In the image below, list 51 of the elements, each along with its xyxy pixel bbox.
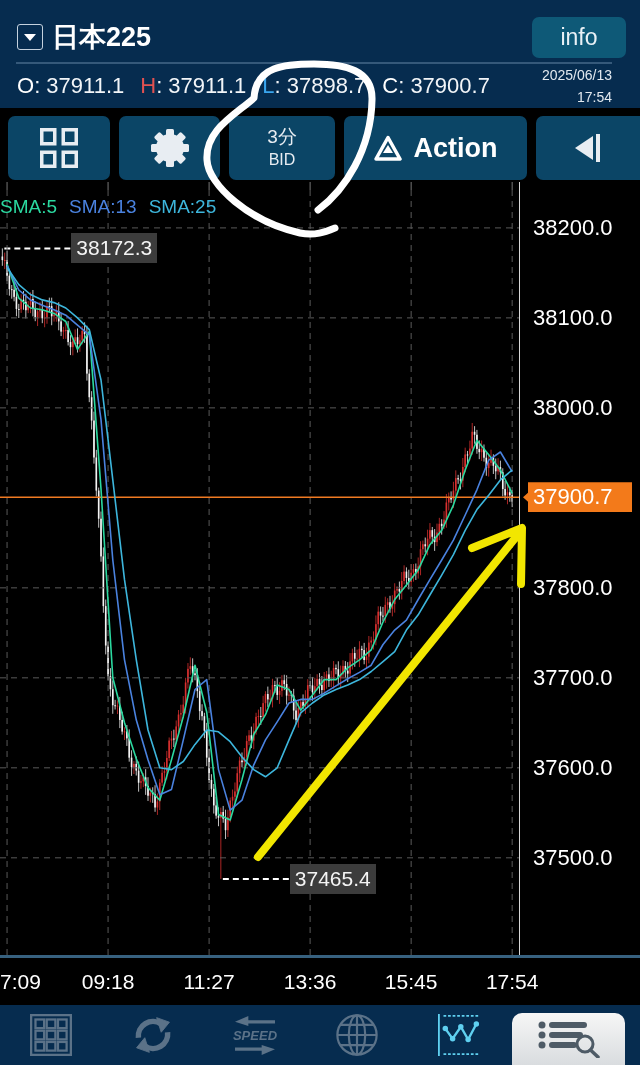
current-price-tag: 37900.7 (523, 482, 632, 513)
collapse-button[interactable] (536, 116, 640, 180)
price-label: C (382, 72, 399, 98)
price-axis-label: 38200.0 (533, 213, 613, 242)
grid-icon (40, 128, 78, 168)
price-axis-label: 37800.0 (533, 573, 613, 602)
time-axis-label: 09:18 (81, 969, 135, 995)
menu-tab[interactable] (512, 1013, 625, 1065)
price-axis-label: 37500.0 (533, 843, 613, 872)
triangle-icon (373, 135, 402, 161)
action-button[interactable]: Action (344, 116, 527, 180)
date-text: 2025/06/13 (541, 65, 612, 85)
time-axis-label: 11:27 (183, 969, 235, 995)
settings-button[interactable] (119, 116, 220, 180)
time-axis-label: 17:54 (485, 969, 539, 995)
info-button[interactable]: info (532, 16, 626, 58)
price-label: O (17, 72, 35, 98)
globe-icon (336, 1014, 378, 1056)
price-label: H (140, 72, 157, 98)
time-axis-label: 7:09 (0, 969, 41, 995)
price-axis-label: 38100.0 (533, 303, 613, 332)
time-axis-label: 15:45 (384, 969, 438, 995)
grid-icon (30, 1014, 72, 1056)
price-axis-label: 38000.0 (533, 393, 613, 422)
timeframe-button[interactable]: 3分 BID (229, 116, 335, 180)
symbol-title: 日本225 (52, 21, 152, 54)
price-label: L (262, 72, 275, 98)
gear-icon (149, 128, 190, 168)
list-search-icon (537, 1020, 600, 1058)
skip-back-icon (575, 134, 601, 162)
price-value: : 37898.7 (274, 72, 367, 98)
leader-line (3, 247, 73, 250)
caret-down-icon (24, 33, 36, 41)
dropdown-button[interactable] (17, 24, 43, 50)
time-text: 17:54 (576, 87, 612, 107)
price-marker-label: 37465.4 (289, 863, 376, 894)
price-axis-label: 37700.0 (533, 663, 613, 692)
layout-button[interactable] (8, 116, 110, 180)
price-marker-label: 38172.3 (71, 233, 158, 264)
right-arrow-icon (234, 1044, 276, 1055)
left-arrow-icon (234, 1015, 276, 1026)
legend-label: SMA:13 (69, 195, 137, 219)
line-chart-icon (438, 1014, 480, 1056)
legend-label: SMA:5 (0, 195, 58, 219)
price-value: : 37900.7 (398, 72, 490, 98)
price-axis-label: 37600.0 (533, 753, 613, 782)
legend-label: SMA:25 (148, 195, 217, 219)
price-value: : 37911.1 (156, 72, 247, 98)
leader-line (221, 877, 291, 880)
price-value: : 37911.1 (34, 72, 125, 98)
time-axis-label: 13:36 (283, 969, 337, 995)
